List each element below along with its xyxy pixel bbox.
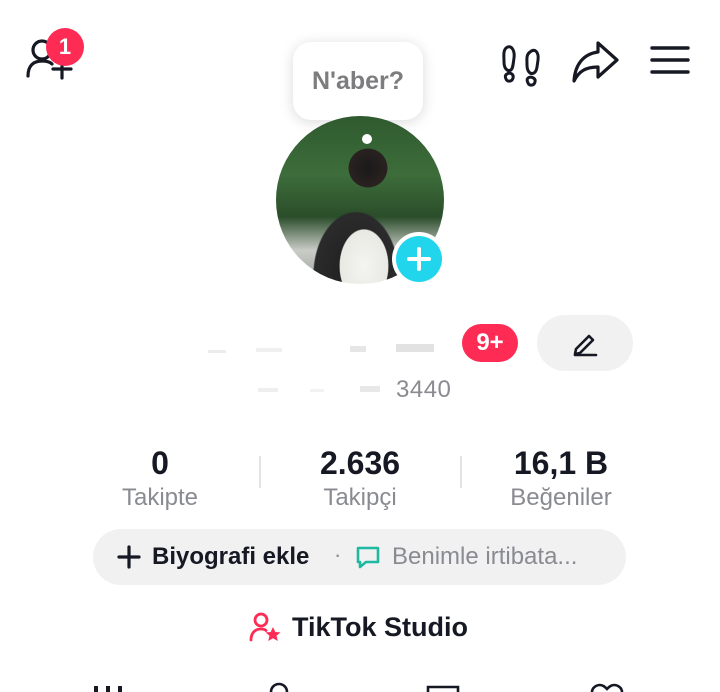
username-handle: 3440 [396,376,452,403]
tiktok-studio-label: TikTok Studio [292,611,469,642]
add-bio-label: Biyografi ekle [152,543,310,570]
contact-button[interactable]: Benimle irtibata... [354,540,577,574]
plus-icon [117,545,141,569]
footprint-icon [502,45,540,87]
lock-tab-icon[interactable] [264,682,294,692]
share-profile-button[interactable] [566,32,624,90]
add-friend-badge: 1 [46,28,84,66]
stat-followers[interactable]: 2.636 Takipçi [260,444,460,514]
contact-label: Benimle irtibata... [392,543,578,570]
share-icon [572,41,619,83]
creator-star-icon [249,612,281,642]
menu-icon [650,46,690,74]
status-bubble-text: N'aber? [311,66,405,95]
handle-redacted [258,386,380,392]
add-story-button[interactable] [392,232,446,286]
tiktok-studio-link[interactable]: TikTok Studio [248,608,468,646]
stat-followers-value: 2.636 [319,445,401,481]
status-dot [362,134,372,144]
liked-tab-icon[interactable] [588,682,626,692]
stat-following[interactable]: 0 Takipte [60,444,260,514]
status-bubble[interactable]: N'aber? [293,42,423,120]
stat-likes-label: Beğeniler [510,484,612,511]
profile-views-button[interactable] [494,36,548,90]
notification-pill[interactable]: 9+ [462,324,518,362]
stat-following-value: 0 [151,445,169,481]
add-bio-button[interactable]: Biyografi ekle [116,540,309,574]
bio-separator: · [334,542,342,567]
repost-tab-icon[interactable] [426,682,460,692]
username-redacted [208,344,434,353]
pencil-icon [573,334,598,357]
grid-tab-icon[interactable] [92,682,126,692]
edit-profile-button[interactable] [537,315,633,371]
plus-icon [407,247,431,271]
chat-bubble-icon [356,546,380,569]
menu-button[interactable] [642,34,698,86]
stat-followers-label: Takipçi [323,484,397,511]
stat-likes-value: 16,1 B [513,445,609,481]
stat-following-label: Takipte [121,484,199,511]
stat-likes[interactable]: 16,1 B Beğeniler [461,444,661,514]
